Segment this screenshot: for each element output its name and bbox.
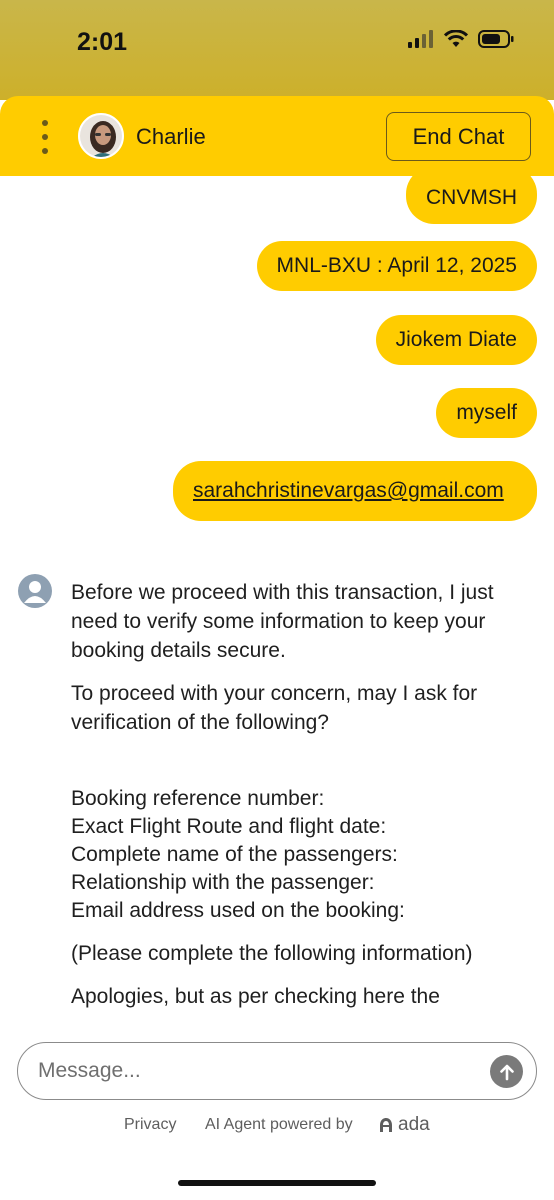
bot-paragraph: Before we proceed with this transaction,…: [71, 581, 494, 662]
bot-message: Before we proceed with this transaction,…: [71, 578, 541, 1025]
battery-icon: [478, 30, 514, 48]
bot-paragraph: (Please complete the following informati…: [71, 942, 473, 965]
user-message: myself: [436, 388, 537, 438]
more-menu-icon[interactable]: [34, 120, 56, 154]
agent-name: Charlie: [136, 124, 206, 149]
status-bar: 2:01: [0, 0, 554, 100]
signal-icon: [408, 30, 433, 48]
agent-avatar: [78, 113, 124, 159]
bot-paragraph: To proceed with your concern, may I ask …: [71, 682, 478, 734]
home-indicator[interactable]: [178, 1180, 376, 1186]
list-item: Exact Flight Route and flight date:: [71, 815, 387, 838]
end-chat-button[interactable]: End Chat: [386, 112, 531, 161]
user-message: CNVMSH: [405, 176, 537, 224]
privacy-link[interactable]: Privacy: [124, 1116, 176, 1134]
list-item: Complete name of the passengers:: [71, 843, 398, 866]
bot-avatar-icon: [18, 574, 52, 608]
chat-header: Charlie End Chat: [0, 96, 554, 176]
arrow-up-icon: [499, 1064, 514, 1080]
powered-by-label: AI Agent powered by: [205, 1116, 353, 1133]
chat-transcript[interactable]: CNVMSH MNL-BXU : April 12, 2025 Jiokem D…: [0, 176, 554, 1026]
send-button[interactable]: [490, 1055, 523, 1088]
list-item: Booking reference number:: [71, 787, 325, 810]
wifi-icon: [444, 30, 468, 47]
user-message: Jiokem Diate: [375, 315, 537, 365]
message-composer: [17, 1042, 537, 1100]
ada-icon: [380, 1118, 392, 1132]
footer: Privacy AI Agent powered by ada: [0, 1114, 554, 1138]
message-input[interactable]: [38, 1055, 478, 1087]
list-item: Email address used on the booking:: [71, 899, 405, 922]
status-time: 2:01: [77, 28, 128, 56]
user-message: MNL-BXU : April 12, 2025: [256, 241, 537, 291]
ada-logo[interactable]: ada: [378, 1114, 430, 1136]
user-message: sarahchristinevargas@gmail.com: [173, 461, 537, 521]
ada-brand-text: ada: [398, 1114, 430, 1135]
email-link[interactable]: sarahchristinevargas@gmail.com: [193, 479, 504, 502]
verification-list: Booking reference number: Exact Flight R…: [71, 785, 541, 925]
list-item: Relationship with the passenger:: [71, 871, 375, 894]
status-icons: [408, 30, 514, 48]
bot-paragraph: Apologies, but as per checking here the: [71, 985, 440, 1008]
